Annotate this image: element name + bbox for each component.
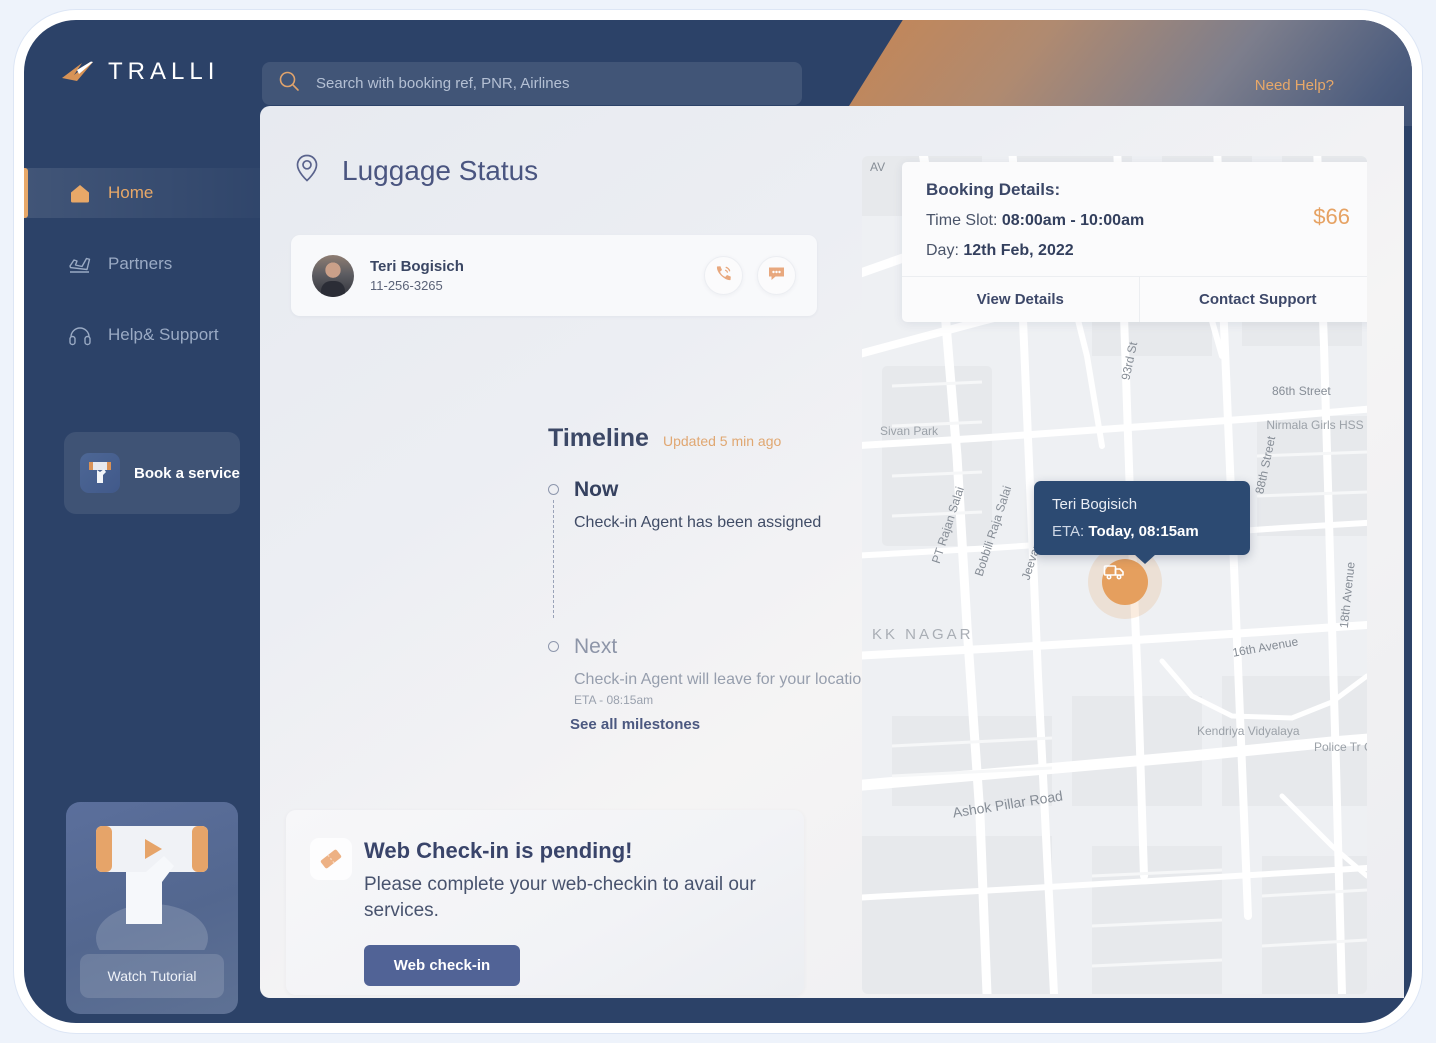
page-header: Luggage Status (294, 153, 538, 188)
headset-icon (68, 323, 92, 347)
agent-name: Teri Bogisich (370, 258, 464, 275)
driver-name: Teri Bogisich (1052, 496, 1138, 513)
driver-tooltip: Teri Bogisich ETA: Today, 08:15am (1034, 481, 1250, 564)
timeline-connector (553, 500, 554, 618)
booking-details-heading: Booking Details: (926, 180, 1061, 199)
watch-tutorial-card[interactable]: Watch Tutorial (66, 802, 238, 1014)
location-pin-icon (294, 153, 320, 188)
booking-details-body: Booking Details: Time Slot: 08:00am - 10… (902, 162, 1367, 276)
timeline-dot-icon (548, 484, 559, 495)
brand-name: TRALLI (108, 58, 220, 85)
device-frame: TRALLI Home Partners Help& Support Book … (0, 0, 1436, 1043)
see-all-milestones-link[interactable]: See all milestones (570, 716, 700, 733)
driver-eta-label: ETA: (1052, 523, 1085, 540)
agent-card: Teri Bogisich 11-256-3265 (291, 235, 817, 316)
driver-marker[interactable] (1102, 559, 1148, 605)
sidebar-item-help-support[interactable]: Help& Support (24, 310, 260, 360)
airplane-icon (68, 252, 92, 276)
banner-subtitle: Please complete your web-checkin to avai… (364, 874, 756, 921)
booking-day-label: Day: (926, 242, 959, 259)
ticket-icon (310, 838, 352, 880)
book-a-service-button[interactable]: Book a service (64, 432, 240, 514)
booking-day: Day: 12th Feb, 2022 (926, 242, 1352, 260)
timeline-header: Timeline Updated 5 min ago (548, 424, 781, 453)
contact-support-button[interactable]: Contact Support (1140, 277, 1368, 322)
sidebar-item-label: Home (108, 183, 154, 202)
map-label: Sivan Park (880, 424, 939, 438)
booking-time-slot-label: Time Slot: (926, 212, 998, 229)
booking-time-slot-value: 08:00am - 10:00am (1001, 212, 1145, 229)
booking-time-slot: Time Slot: 08:00am - 10:00am (926, 212, 1352, 230)
map-label: AV (870, 160, 886, 174)
book-a-service-label: Book a service (134, 464, 240, 482)
view-details-button[interactable]: View Details (902, 277, 1140, 322)
timeline-dot-icon (548, 641, 559, 652)
sidebar-item-label: Partners (108, 254, 173, 273)
web-checkin-button[interactable]: Web check-in (364, 945, 520, 986)
map-label: Nirmala Girls HSS (1266, 418, 1364, 432)
map-label: 86th Street (1272, 384, 1331, 398)
timeline-updated: Updated 5 min ago (662, 433, 782, 449)
plane-logo-icon (60, 59, 96, 85)
search-bar[interactable] (262, 62, 802, 105)
play-button-icon (66, 820, 238, 972)
main-content: Luggage Status Teri Bogisich 11-256-3265 (260, 106, 1404, 998)
booking-ticket-icon (80, 453, 120, 493)
page-title: Luggage Status (342, 154, 539, 186)
web-checkin-banner: Web Check-in is pending! Please complete… (286, 810, 804, 995)
booking-details-card: Booking Details: Time Slot: 08:00am - 10… (902, 162, 1367, 322)
banner-title: Web Check-in is pending! (364, 838, 633, 863)
sidebar: TRALLI Home Partners Help& Support Book … (24, 20, 260, 1023)
sidebar-item-label: Help& Support (108, 325, 219, 344)
sidebar-nav: Home Partners Help& Support (24, 168, 260, 360)
agent-meta: Teri Bogisich 11-256-3265 (370, 258, 464, 293)
timeline-title: Timeline (548, 424, 649, 452)
need-help-link[interactable]: Need Help? (1255, 77, 1334, 94)
brand-logo[interactable]: TRALLI (60, 58, 219, 86)
map-label: KK NAGAR (872, 626, 974, 643)
driver-eta: ETA: Today, 08:15am (1052, 523, 1232, 540)
chat-bubble-icon (766, 263, 787, 289)
booking-day-value: 12th Feb, 2022 (963, 242, 1074, 259)
watch-tutorial-button[interactable]: Watch Tutorial (80, 954, 224, 998)
booking-actions: View Details Contact Support (902, 276, 1367, 322)
top-bar: Need Help? (260, 20, 1412, 124)
agent-contact-buttons (704, 256, 796, 295)
sidebar-item-partners[interactable]: Partners (24, 239, 260, 289)
home-icon (68, 181, 92, 205)
driver-eta-value: Today, 08:15am (1088, 523, 1199, 540)
phone-call-icon (713, 263, 734, 289)
app-screen: TRALLI Home Partners Help& Support Book … (24, 20, 1412, 1023)
avatar (312, 254, 354, 297)
agent-phone: 11-256-3265 (370, 278, 443, 293)
chat-agent-button[interactable] (757, 256, 796, 295)
call-agent-button[interactable] (704, 256, 743, 295)
search-icon (278, 70, 300, 97)
map-panel[interactable]: AV St 103rd St 86th Street Sivan Park 93… (862, 156, 1367, 994)
sidebar-item-home[interactable]: Home (24, 168, 260, 218)
booking-price: $66 (1313, 204, 1350, 229)
search-input[interactable] (316, 75, 756, 92)
map-label: Kendriya Vidyalaya (1197, 724, 1300, 738)
map-label: Police Tr Colle (1314, 740, 1367, 754)
